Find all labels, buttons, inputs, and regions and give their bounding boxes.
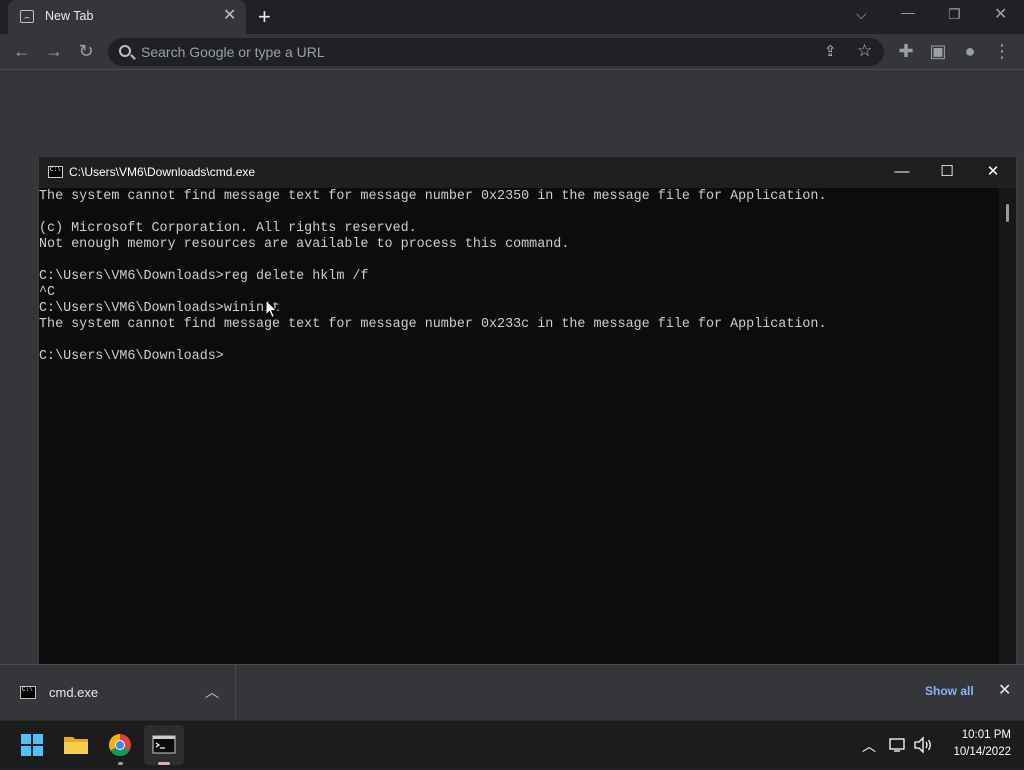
download-file-name: cmd.exe bbox=[49, 685, 99, 700]
start-button[interactable] bbox=[12, 725, 52, 765]
restore-button[interactable]: ❐ bbox=[948, 6, 961, 23]
minimize-button[interactable]: — bbox=[901, 4, 915, 20]
console-output[interactable]: The system cannot find message text for … bbox=[39, 188, 999, 666]
chrome-menu-icon[interactable]: ⋮ bbox=[990, 40, 1014, 62]
file-explorer-button[interactable] bbox=[56, 725, 96, 765]
command-prompt-icon bbox=[152, 735, 176, 754]
file-explorer-icon bbox=[64, 737, 88, 754]
console-line: Not enough memory resources are availabl… bbox=[39, 237, 570, 252]
console-line: C:\Users\VM6\Downloads>wininit bbox=[39, 301, 281, 316]
tab-title: New Tab bbox=[45, 9, 94, 23]
tab-search-chevron-icon[interactable]: ⌵ bbox=[856, 6, 867, 23]
bookmark-star-icon[interactable]: ☆ bbox=[857, 41, 872, 61]
chrome-taskbar-button[interactable] bbox=[100, 725, 140, 765]
search-icon bbox=[119, 45, 131, 57]
show-hidden-icons-chevron-icon[interactable]: ︿ bbox=[862, 736, 876, 756]
command-prompt-file-icon bbox=[20, 686, 36, 699]
browser-toolbar: ← → ↻ ⇪ ☆ ✚ ▣ ● ⋮ bbox=[0, 34, 1024, 70]
tab-strip: New Tab ✕ + ⌵ — ❐ ✕ bbox=[0, 0, 1024, 34]
console-line: (c) Microsoft Corporation. All rights re… bbox=[39, 221, 417, 236]
tab-new-tab[interactable]: New Tab ✕ bbox=[8, 0, 246, 34]
cmd-minimize-button[interactable]: — bbox=[887, 162, 917, 182]
volume-icon[interactable] bbox=[912, 735, 934, 755]
console-line: The system cannot find message text for … bbox=[39, 317, 827, 332]
sad-page-icon bbox=[20, 10, 34, 23]
tab-close-button[interactable]: ✕ bbox=[223, 7, 236, 25]
side-panel-icon[interactable]: ▣ bbox=[926, 40, 950, 62]
start-icon bbox=[21, 734, 43, 756]
share-icon[interactable]: ⇪ bbox=[824, 42, 837, 60]
console-scrollbar[interactable] bbox=[999, 188, 1016, 666]
cmd-window-title: C:\Users\VM6\Downloads\cmd.exe bbox=[69, 165, 256, 179]
address-input[interactable] bbox=[141, 43, 801, 61]
clock-time[interactable]: 10:01 PM bbox=[955, 729, 1011, 741]
download-item[interactable]: cmd.exe ︿ bbox=[0, 665, 236, 720]
running-indicator bbox=[118, 762, 123, 765]
clock-date[interactable]: 10/14/2022 bbox=[943, 746, 1011, 758]
cmd-close-button[interactable]: ✕ bbox=[978, 162, 1008, 182]
console-line: The system cannot find message text for … bbox=[39, 189, 827, 204]
cmd-window: C:\Users\VM6\Downloads\cmd.exe — ☐ ✕ The… bbox=[38, 156, 1017, 667]
profile-avatar-icon[interactable]: ● bbox=[958, 40, 982, 62]
close-window-button[interactable]: ✕ bbox=[994, 4, 1007, 24]
cmd-maximize-button[interactable]: ☐ bbox=[932, 162, 962, 182]
reload-button[interactable]: ↻ bbox=[74, 40, 98, 62]
command-prompt-icon bbox=[48, 166, 63, 178]
omnibox[interactable]: ⇪ ☆ bbox=[108, 38, 884, 66]
chrome-icon bbox=[109, 734, 131, 756]
extensions-puzzle-icon[interactable]: ✚ bbox=[894, 40, 918, 62]
console-line: C:\Users\VM6\Downloads>reg delete hklm /… bbox=[39, 269, 369, 284]
console-prompt-line[interactable]: C:\Users\VM6\Downloads> bbox=[39, 349, 999, 365]
cmd-title-bar[interactable]: C:\Users\VM6\Downloads\cmd.exe — ☐ ✕ bbox=[39, 157, 1016, 188]
cmd-taskbar-button[interactable] bbox=[144, 725, 184, 765]
download-bar: cmd.exe ︿ Show all ✕ bbox=[0, 664, 1024, 720]
new-tab-button[interactable]: + bbox=[258, 4, 271, 30]
scrollbar-thumb[interactable] bbox=[1006, 204, 1009, 222]
close-download-bar-button[interactable]: ✕ bbox=[998, 680, 1011, 700]
network-icon[interactable] bbox=[888, 735, 908, 755]
back-button[interactable]: ← bbox=[10, 40, 34, 62]
show-all-button[interactable]: Show all bbox=[925, 684, 974, 698]
mouse-pointer-icon bbox=[265, 299, 278, 319]
taskbar: ︿ 10:01 PM 10/14/2022 bbox=[0, 720, 1024, 768]
console-line: ^C bbox=[39, 285, 56, 300]
forward-button[interactable]: → bbox=[42, 40, 66, 62]
chevron-up-icon[interactable]: ︿ bbox=[205, 682, 219, 702]
active-indicator bbox=[158, 762, 170, 765]
